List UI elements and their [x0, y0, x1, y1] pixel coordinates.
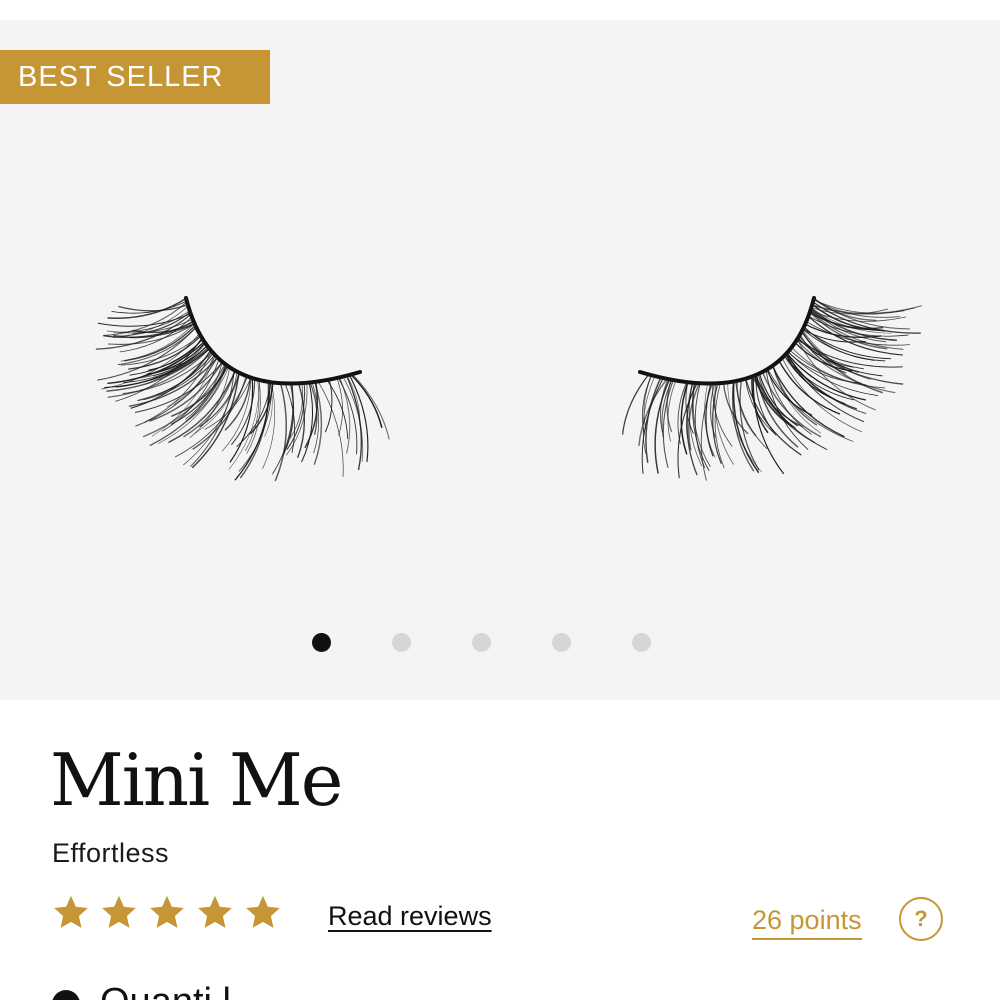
reward-points-label[interactable]: 26 points [752, 903, 862, 940]
product-title: Mini Me [50, 738, 343, 822]
product-image-gallery[interactable]: BEST SELLER [0, 20, 1000, 700]
carousel-dot-5[interactable] [632, 632, 651, 652]
quantity-heading: Quanti l [100, 982, 231, 1000]
carousel-dot-3[interactable] [472, 632, 491, 652]
right-lash-strip [621, 296, 923, 481]
quantity-section-partial: Quanti l [52, 982, 231, 1000]
star-icon [102, 895, 136, 928]
star-rating [52, 893, 292, 931]
carousel-dot-2[interactable] [392, 632, 411, 652]
star-icon [150, 895, 184, 928]
bullet-icon [52, 990, 80, 1000]
product-style-label: Effortless [52, 838, 170, 868]
product-page: BEST SELLER Mini Me Effortless Read revi… [0, 0, 1000, 1000]
carousel-dot-1[interactable] [312, 632, 331, 652]
carousel-pagination [312, 632, 712, 652]
star-icon [198, 895, 232, 928]
question-circle-icon[interactable]: ? [899, 897, 943, 941]
read-reviews-link[interactable]: Read reviews [328, 899, 492, 933]
star-icon [54, 895, 88, 928]
eyelashes-image [95, 296, 923, 482]
left-lash-strip [95, 296, 390, 482]
star-icon [246, 895, 280, 928]
carousel-dot-4[interactable] [552, 632, 571, 652]
